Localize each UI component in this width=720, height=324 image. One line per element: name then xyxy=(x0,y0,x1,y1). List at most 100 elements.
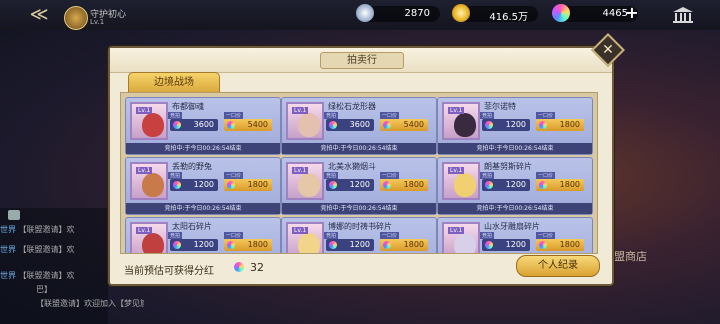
chat-line: 巴】 xyxy=(36,285,52,294)
item-portrait-art xyxy=(142,233,164,253)
auction-item-card[interactable]: Lv.1 丢勒的野兔 竞拍 一口价 1200 1800 竞拍中:于今日00:26:54结束 xyxy=(125,157,281,215)
bonus-bar: 当前预估可获得分红 32 个人纪录 xyxy=(120,254,600,280)
rainbow-gem-icon xyxy=(173,181,181,189)
buyout-price-button[interactable]: 1800 xyxy=(224,239,272,251)
rainbow-gem-icon xyxy=(227,241,235,249)
auction-item-card[interactable]: Lv.1 山水牙雕扇碎片 竞拍 一口价 1200 1800 xyxy=(437,217,593,253)
buyout-price-button[interactable]: 1800 xyxy=(380,239,428,251)
auction-end-time: 竞拍中:于今日00:26:54结束 xyxy=(282,203,436,214)
item-portrait-art xyxy=(298,113,320,137)
item-name: 太阳石碎片 xyxy=(172,222,212,231)
bid-price-button[interactable]: 1200 xyxy=(170,239,218,251)
auction-item-card[interactable]: Lv.1 布都御魂 竞拍 一口价 3600 5400 竞拍中:于今日00:26:54结束 xyxy=(125,97,281,155)
bid-price-button[interactable]: 1200 xyxy=(326,239,374,251)
buyout-price-button[interactable]: 1800 xyxy=(536,239,584,251)
fixed-price-label: 一口价 xyxy=(536,172,556,179)
guild-badge[interactable]: 守护初心 Lv.1 xyxy=(64,6,134,30)
buyout-price-button[interactable]: 5400 xyxy=(224,119,272,131)
chat-line: 世界 【联盟邀请】欢 xyxy=(0,245,75,254)
rainbow-gem-icon xyxy=(173,121,181,129)
buyout-price: 5400 xyxy=(403,120,424,129)
item-name: 山水牙雕扇碎片 xyxy=(484,222,540,231)
auction-item-card[interactable]: Lv.1 北美水獭烟斗 竞拍 一口价 1200 1800 竞拍中:于今日00:26:54结束 xyxy=(281,157,437,215)
buyout-price-button[interactable]: 1800 xyxy=(224,179,272,191)
close-icon: ✕ xyxy=(602,42,614,58)
bid-price-button[interactable]: 1200 xyxy=(482,239,530,251)
bid-label: 竞拍 xyxy=(480,232,495,239)
rainbow-gem-icon xyxy=(173,241,181,249)
add-gem-button[interactable]: + xyxy=(624,4,640,22)
fixed-price-label: 一口价 xyxy=(536,112,556,119)
auction-item-card[interactable]: Lv.1 绿松石龙形器 竞拍 一口价 3600 5400 竞拍中:于今日00:26:54结束 xyxy=(281,97,437,155)
buyout-price-button[interactable]: 1800 xyxy=(536,179,584,191)
item-level: Lv.1 xyxy=(292,167,309,174)
item-level: Lv.1 xyxy=(292,227,309,234)
bid-price-button[interactable]: 1200 xyxy=(326,179,374,191)
rainbow-gem-icon xyxy=(539,121,547,129)
alliance-shop-label[interactable]: 盟商店 xyxy=(614,248,674,264)
chat-line: 【联盟邀请】欢迎加入【梦见族 xyxy=(36,299,144,308)
auction-grid: Lv.1 布都御魂 竞拍 一口价 3600 5400 竞拍中:于今日00:26:54结束 Lv… xyxy=(120,92,598,254)
bid-price-button[interactable]: 3600 xyxy=(170,119,218,131)
auction-end-time: 竞拍中:于今日00:26:54结束 xyxy=(126,203,280,214)
item-name: 绿松石龙形器 xyxy=(328,102,376,111)
item-portrait: Lv.1 xyxy=(286,222,324,253)
item-portrait: Lv.1 xyxy=(286,102,324,140)
rainbow-gem-icon xyxy=(329,241,337,249)
fixed-price-label: 一口价 xyxy=(380,172,400,179)
price-box: 竞拍 一口价 3600 5400 xyxy=(324,112,432,136)
price-box: 竞拍 一口价 1200 1800 xyxy=(480,232,588,253)
personal-record-button[interactable]: 个人纪录 xyxy=(516,255,600,277)
item-level: Lv.1 xyxy=(292,107,309,114)
fixed-price-label: 一口价 xyxy=(380,232,400,239)
bid-price: 1200 xyxy=(349,240,370,249)
item-name: 朗基努斯碎片 xyxy=(484,162,532,171)
bonus-label: 当前预估可获得分红 xyxy=(124,266,214,277)
item-portrait: Lv.1 xyxy=(130,102,168,140)
buyout-price: 1800 xyxy=(247,180,268,189)
auction-item-card[interactable]: Lv.1 博娜的时祷书碎片 竞拍 一口价 1200 1800 xyxy=(281,217,437,253)
rainbow-gem-icon xyxy=(227,181,235,189)
shop-icon[interactable] xyxy=(672,6,694,24)
bid-price: 1200 xyxy=(349,180,370,189)
gold-resource: 416.5万 xyxy=(452,4,538,23)
bid-label: 竞拍 xyxy=(324,232,339,239)
bid-price-button[interactable]: 1200 xyxy=(170,179,218,191)
auction-end-time: 竞拍中:于今日00:26:54结束 xyxy=(126,143,280,154)
rainbow-gem-icon xyxy=(383,181,391,189)
price-box: 竞拍 一口价 1200 1800 xyxy=(168,172,276,196)
buyout-price-button[interactable]: 1800 xyxy=(536,119,584,131)
bid-price-button[interactable]: 1200 xyxy=(482,119,530,131)
item-portrait-art xyxy=(298,173,320,197)
bid-label: 竞拍 xyxy=(168,172,183,179)
auction-item-card[interactable]: Lv.1 菲尔诺特 竞拍 一口价 1200 1800 竞拍中:于今日00:26:54结束 xyxy=(437,97,593,155)
rainbow-gem-icon xyxy=(383,121,391,129)
buyout-price: 1800 xyxy=(403,240,424,249)
buyout-price-button[interactable]: 1800 xyxy=(380,179,428,191)
item-portrait-art xyxy=(454,113,476,137)
item-portrait-art xyxy=(454,173,476,197)
buyout-price-button[interactable]: 5400 xyxy=(380,119,428,131)
chat-bubble-icon[interactable] xyxy=(8,210,20,220)
item-name: 博娜的时祷书碎片 xyxy=(328,222,392,231)
bid-price-button[interactable]: 1200 xyxy=(482,179,530,191)
auction-item-card[interactable]: Lv.1 朗基努斯碎片 竞拍 一口价 1200 1800 竞拍中:于今日00:26:54结束 xyxy=(437,157,593,215)
guild-emblem-icon xyxy=(64,6,88,30)
item-portrait: Lv.1 xyxy=(442,102,480,140)
bid-price-button[interactable]: 3600 xyxy=(326,119,374,131)
item-level: Lv.1 xyxy=(448,167,465,174)
fixed-price-label: 一口价 xyxy=(380,112,400,119)
chat-panel[interactable]: 世界 【联盟邀请】欢 世界 【联盟邀请】欢 世界 【联盟邀请】欢 巴】 【联盟邀… xyxy=(0,208,144,324)
price-box: 竞拍 一口价 1200 1800 xyxy=(480,112,588,136)
price-box: 竞拍 一口价 3600 5400 xyxy=(168,112,276,136)
rainbow-gem-icon xyxy=(234,262,244,272)
back-arrow-icon[interactable]: ≪ xyxy=(26,6,52,24)
auction-end-time: 竞拍中:于今日00:26:54结束 xyxy=(438,203,592,214)
rainbow-gem-icon xyxy=(383,241,391,249)
guild-level: Lv.1 xyxy=(90,18,105,26)
item-portrait: Lv.1 xyxy=(442,162,480,200)
bid-label: 竞拍 xyxy=(324,112,339,119)
tab-border-battlefield[interactable]: 边境战场 xyxy=(128,72,220,94)
bid-label: 竞拍 xyxy=(480,112,495,119)
auction-item-card[interactable]: Lv.1 太阳石碎片 竞拍 一口价 1200 1800 xyxy=(125,217,281,253)
